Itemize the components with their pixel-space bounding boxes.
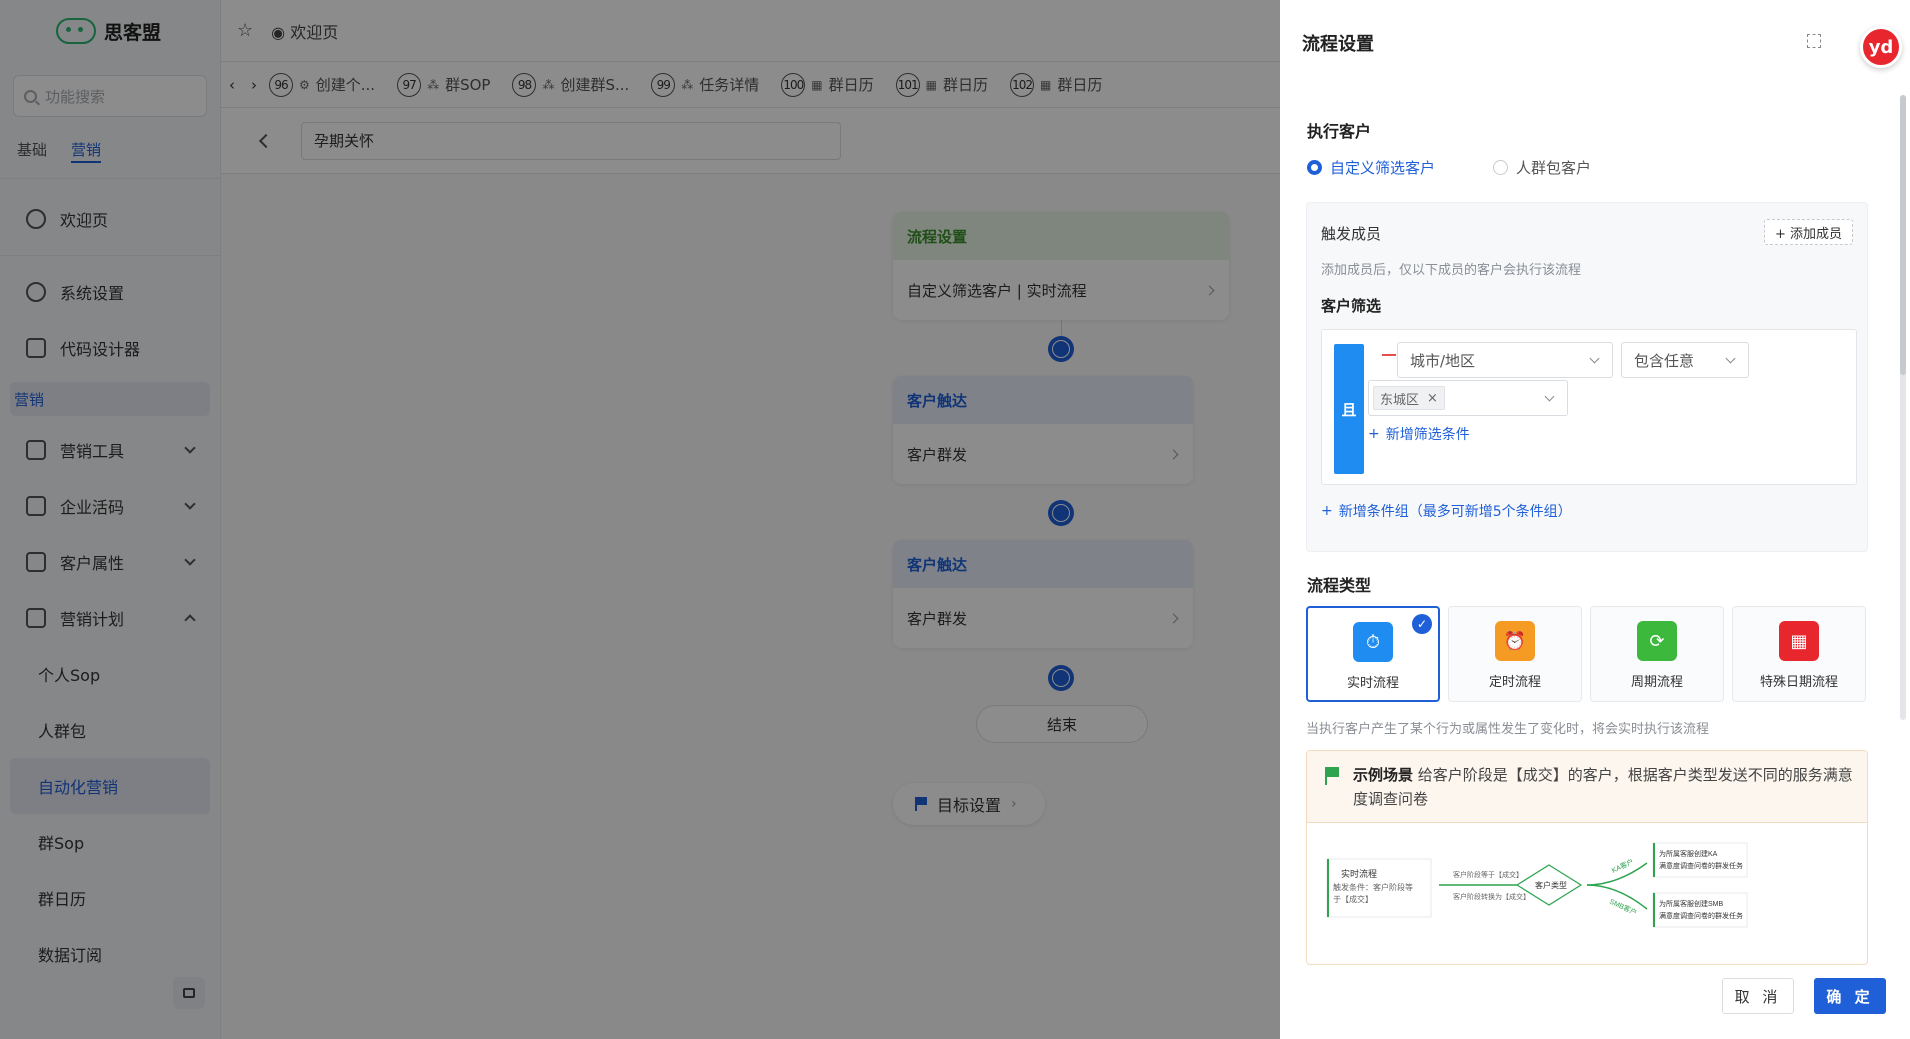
add-condition-group-link[interactable]: + 新增条件组（最多可新增5个条件组） <box>1321 501 1572 521</box>
exec-customers-radio-group: 自定义筛选客户 人群包客户 <box>1307 157 1591 178</box>
diagram-output2-line1: 为所属客服创建SMB <box>1659 899 1723 908</box>
confirm-button[interactable]: 确 定 <box>1814 978 1886 1014</box>
example-flow-diagram: 实时流程 触发条件：客户阶段等 于【成交】 客户阶段等于【成交】 客户阶段转换为… <box>1326 842 1748 928</box>
add-condition-link[interactable]: + 新增筛选条件 <box>1368 424 1470 444</box>
customer-filter-title: 客户筛选 <box>1321 297 1382 315</box>
check-icon: ✓ <box>1412 614 1432 634</box>
diagram-output-node <box>1652 842 1748 878</box>
cancel-button[interactable]: 取 消 <box>1722 978 1794 1014</box>
diagram-edge-top-label: 客户阶段等于【成交】 <box>1453 870 1523 879</box>
value-tag: 东城区 × <box>1373 386 1445 410</box>
flow-type-label: 实时流程 <box>1346 676 1399 691</box>
flow-type-title: 流程类型 <box>1307 576 1372 595</box>
flow-settings-drawer: 流程设置 yd 执行客户 自定义筛选客户 人群包客户 触发成员 + 添加成员 添… <box>1280 0 1910 1039</box>
fullscreen-icon[interactable] <box>1807 34 1821 48</box>
diagram-start-desc2: 于【成交】 <box>1333 894 1373 904</box>
diagram-output1-line1: 为所属客服创建KA <box>1659 849 1718 858</box>
refresh-icon: ⟳ <box>1637 621 1677 661</box>
flow-type-special-date[interactable]: ▦ 特殊日期流程 <box>1732 606 1866 702</box>
diagram-output-node <box>1652 892 1748 928</box>
operator-select[interactable]: 包含任意 <box>1621 342 1749 378</box>
alarm-clock-icon: ⏰ <box>1495 621 1535 661</box>
field-select[interactable]: 城市/地区 <box>1397 342 1613 378</box>
plus-icon: + <box>1368 426 1380 442</box>
diagram-output1-line2: 满意度调查问卷的群发任务 <box>1659 861 1743 870</box>
flow-type-label: 定时流程 <box>1488 675 1541 690</box>
field-select-value: 城市/地区 <box>1410 351 1476 370</box>
example-header: 示例场景 给客户阶段是【成交】的客户，根据客户类型发送不同的服务满意度调查问卷 <box>1307 751 1867 823</box>
remove-condition-icon[interactable] <box>1382 354 1396 356</box>
diagram-start-title: 实时流程 <box>1341 868 1377 879</box>
flow-type-realtime[interactable]: ⏱ 实时流程 ✓ <box>1306 606 1440 702</box>
stopwatch-icon: ⏱ <box>1353 622 1393 662</box>
exec-customers-title: 执行客户 <box>1307 122 1372 141</box>
radio-crowd-pack[interactable]: 人群包客户 <box>1493 157 1591 178</box>
flow-type-label: 周期流程 <box>1630 675 1683 690</box>
close-icon[interactable]: × <box>1427 391 1438 406</box>
trigger-members-title: 触发成员 <box>1321 225 1382 243</box>
radio-dot <box>1493 160 1509 175</box>
add-member-button[interactable]: + 添加成员 <box>1763 219 1853 245</box>
diagram-output-accent <box>1653 843 1655 877</box>
add-condition-label: 新增筛选条件 <box>1385 427 1470 443</box>
trigger-hint: 添加成员后，仅以下成员的客户会执行该流程 <box>1321 263 1582 278</box>
diagram-edge-bottom-label: 客户阶段转换为【成交】 <box>1453 892 1530 901</box>
radio-custom-filter[interactable]: 自定义筛选客户 <box>1307 157 1435 178</box>
filter-panel: 触发成员 + 添加成员 添加成员后，仅以下成员的客户会执行该流程 客户筛选 且 … <box>1306 202 1868 552</box>
drawer-title: 流程设置 <box>1302 34 1374 55</box>
flow-type-scheduled[interactable]: ⏰ 定时流程 <box>1448 606 1582 702</box>
avatar[interactable]: yd <box>1860 26 1902 68</box>
scrollbar-thumb[interactable] <box>1900 95 1906 375</box>
diagram-output2-line2: 满意度调查问卷的群发任务 <box>1659 911 1743 920</box>
diagram-output-accent <box>1653 893 1655 927</box>
chevron-down-icon <box>1544 391 1555 402</box>
flag-icon <box>1325 767 1339 785</box>
diagram-decision-label: 客户类型 <box>1535 880 1567 890</box>
chevron-down-icon <box>1589 353 1600 364</box>
example-text: 给客户阶段是【成交】的客户，根据客户类型发送不同的服务满意度调查问卷 <box>1353 766 1853 808</box>
calendar-icon: ▦ <box>1779 621 1819 661</box>
chevron-down-icon <box>1725 353 1736 364</box>
diagram-start-desc1: 触发条件：客户阶段等 <box>1333 882 1413 892</box>
radio-dot <box>1307 160 1322 175</box>
flow-type-options: ⏱ 实时流程 ✓ ⏰ 定时流程 ⟳ 周期流程 ▦ 特殊日期流程 <box>1306 606 1866 702</box>
value-tag-label: 东城区 <box>1380 392 1420 408</box>
condition-group: 且 城市/地区 包含任意 东城区 × + 新增筛选条件 <box>1321 329 1857 485</box>
modal-overlay[interactable] <box>0 0 1280 1039</box>
example-scenario: 示例场景 给客户阶段是【成交】的客户，根据客户类型发送不同的服务满意度调查问卷 … <box>1306 750 1868 965</box>
add-group-label: 新增条件组（最多可新增5个条件组） <box>1338 504 1572 520</box>
plus-icon: + <box>1321 503 1333 519</box>
flow-type-periodic[interactable]: ⟳ 周期流程 <box>1590 606 1724 702</box>
radio-label: 人群包客户 <box>1516 159 1592 177</box>
radio-label: 自定义筛选客户 <box>1330 159 1436 177</box>
diagram-branch-ka-label: KA客户 <box>1610 857 1635 875</box>
flow-type-description: 当执行客户产生了某个行为或属性发生了变化时，将会实时执行该流程 <box>1306 722 1710 737</box>
flow-type-label: 特殊日期流程 <box>1759 675 1838 690</box>
diagram-start-accent <box>1327 859 1329 917</box>
value-select[interactable]: 东城区 × <box>1368 380 1568 416</box>
operator-select-value: 包含任意 <box>1634 351 1695 370</box>
and-operator-toggle[interactable]: 且 <box>1334 344 1364 474</box>
example-title: 示例场景 <box>1353 766 1414 784</box>
